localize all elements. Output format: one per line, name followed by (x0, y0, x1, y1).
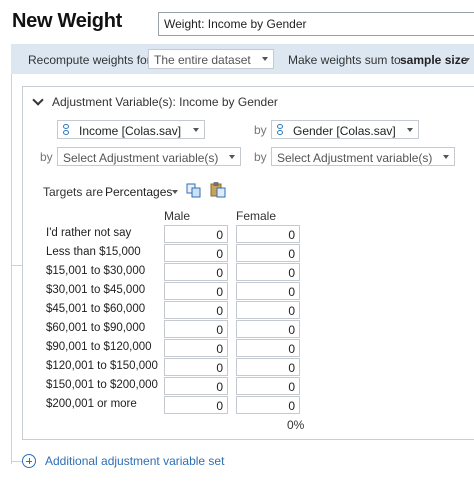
adjustment-variable-3-placeholder: Select Adjustment variable(s) (63, 151, 219, 165)
row-label: I'd rather not say (46, 227, 132, 239)
target-cell-male[interactable]: 0 (164, 339, 228, 357)
chevron-down-icon (443, 155, 449, 159)
adjustment-variable-1-value: Income [Colas.sav] (79, 124, 182, 138)
row-label: $15,001 to $30,000 (46, 265, 146, 277)
copy-icon[interactable] (186, 183, 203, 198)
targets-label: Targets are (43, 185, 104, 199)
recompute-dropdown[interactable]: The entire dataset (148, 49, 274, 69)
target-cell-male[interactable]: 0 (164, 358, 228, 376)
target-cell-female[interactable]: 0 (236, 377, 300, 395)
row-label: $30,001 to $45,000 (46, 284, 146, 296)
row-label: $200,001 or more (46, 398, 137, 410)
chevron-down-icon (172, 190, 178, 194)
paste-icon[interactable] (210, 182, 227, 198)
add-adjustment-set-link[interactable]: Additional adjustment variable set (45, 454, 224, 468)
targets-total: 0% (287, 418, 305, 432)
adjustment-variable-1-select[interactable]: Income [Colas.sav] (57, 120, 205, 139)
by-label: by (254, 123, 267, 137)
target-cell-female[interactable]: 0 (236, 282, 300, 300)
chevron-down-icon (262, 57, 268, 61)
add-icon[interactable] (22, 454, 36, 468)
recompute-label: Recompute weights for (28, 53, 151, 67)
target-cell-female[interactable]: 0 (236, 244, 300, 262)
adjustment-set-heading: Adjustment Variable(s): Income by Gender (52, 95, 278, 109)
target-cell-female[interactable]: 0 (236, 301, 300, 319)
column-header-male: Male (164, 209, 191, 223)
adjustment-variable-3-select[interactable]: Select Adjustment variable(s) (57, 147, 241, 166)
row-label: $120,001 to $150,000 (46, 360, 158, 372)
target-cell-male[interactable]: 0 (164, 244, 228, 262)
variable-icon (63, 124, 69, 135)
row-label: $90,001 to $120,000 (46, 341, 152, 353)
adjustment-variable-2-value: Gender [Colas.sav] (293, 124, 396, 138)
row-label: $45,001 to $60,000 (46, 303, 146, 315)
target-cell-male[interactable]: 0 (164, 377, 228, 395)
recompute-dropdown-value: The entire dataset (154, 53, 251, 67)
chevron-down-icon (229, 155, 235, 159)
sum-dropdown[interactable]: sample size (400, 53, 467, 67)
chevron-down-icon (193, 128, 199, 132)
page-title: New Weight (12, 10, 122, 32)
variable-icon (277, 124, 283, 135)
row-label: $60,001 to $90,000 (46, 322, 146, 334)
target-cell-female[interactable]: 0 (236, 358, 300, 376)
row-label: Less than $15,000 (46, 246, 141, 258)
chevron-down-icon (464, 58, 470, 62)
target-cell-male[interactable]: 0 (164, 301, 228, 319)
by-label: by (40, 150, 53, 164)
chevron-down-icon (407, 128, 413, 132)
target-cell-female[interactable]: 0 (236, 320, 300, 338)
target-cell-male[interactable]: 0 (164, 225, 228, 243)
target-cell-female[interactable]: 0 (236, 225, 300, 243)
target-cell-male[interactable]: 0 (164, 396, 228, 414)
by-label: by (254, 150, 267, 164)
adjustment-variable-4-placeholder: Select Adjustment variable(s) (277, 151, 433, 165)
target-cell-male[interactable]: 0 (164, 282, 228, 300)
targets-dropdown[interactable]: Percentages (105, 185, 172, 199)
target-cell-male[interactable]: 0 (164, 320, 228, 338)
target-cell-female[interactable]: 0 (236, 339, 300, 357)
target-cell-male[interactable]: 0 (164, 263, 228, 281)
row-label: $150,001 to $200,000 (46, 379, 158, 391)
column-header-female: Female (236, 209, 277, 223)
adjustment-variable-2-select[interactable]: Gender [Colas.sav] (271, 120, 419, 139)
weight-name-input[interactable]: Weight: Income by Gender (158, 12, 474, 36)
target-cell-female[interactable]: 0 (236, 396, 300, 414)
sum-label: Make weights sum to (288, 53, 401, 67)
adjustment-variable-4-select[interactable]: Select Adjustment variable(s) (271, 147, 455, 166)
target-cell-female[interactable]: 0 (236, 263, 300, 281)
tree-line (11, 74, 12, 464)
tree-line-tick (11, 461, 22, 462)
options-bar: Recompute weights for The entire dataset… (11, 44, 474, 74)
